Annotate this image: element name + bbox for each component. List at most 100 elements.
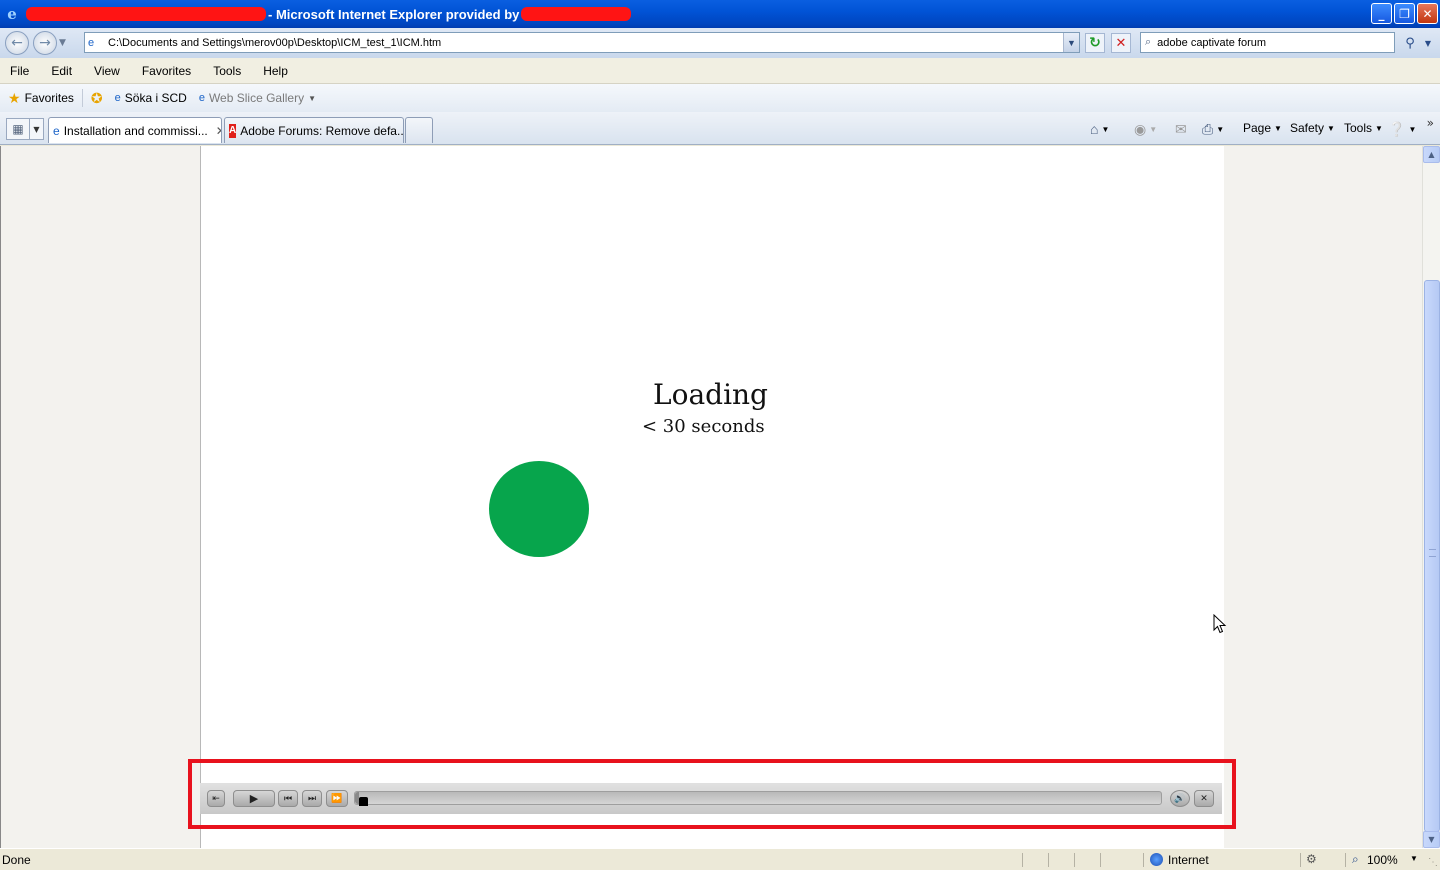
page-menu-button[interactable]: Page ▼ (1243, 121, 1282, 135)
print-dropdown-icon[interactable]: ▼ (1216, 125, 1224, 134)
scroll-up-arrow-icon[interactable]: ▲ (1423, 146, 1440, 163)
home-button[interactable]: ⌂ ▼ (1090, 121, 1109, 137)
scroll-down-arrow-icon[interactable]: ▼ (1423, 831, 1440, 848)
back-button[interactable]: ← (5, 31, 29, 55)
close-playbar-icon[interactable]: ✕ (1194, 790, 1214, 807)
tab-label: Adobe Forums: Remove defa... (240, 123, 404, 138)
menu-edit[interactable]: Edit (41, 64, 84, 78)
close-tab-icon[interactable]: ✕ (216, 124, 221, 138)
feeds-icon: ◉ (1134, 121, 1147, 137)
internet-zone-globe-icon (1150, 853, 1163, 866)
help-dropdown-icon[interactable]: ▼ (1408, 125, 1416, 134)
tab-adobe-forums[interactable]: A Adobe Forums: Remove defa... (224, 117, 404, 143)
search-provider-icon: ⌕ (1145, 36, 1152, 48)
search-options-dropdown[interactable]: ▼ (1422, 33, 1434, 53)
page-icon: e (88, 36, 95, 49)
help-button[interactable]: ❔ ▼ (1388, 121, 1416, 138)
search-value: adobe captivate forum (1157, 36, 1267, 49)
address-input[interactable]: e C:\Documents and Settings\merov00p\Des… (84, 32, 1080, 53)
navigation-bar: ← → ▼ e C:\Documents and Settings\merov0… (0, 28, 1440, 58)
tab-list-dropdown[interactable]: ▼ (30, 118, 44, 140)
home-icon: ⌂ (1090, 121, 1099, 137)
status-divider (1345, 853, 1346, 867)
quick-tabs-icon[interactable]: ▦ (6, 118, 30, 140)
safety-dropdown-icon: ▼ (1327, 123, 1335, 133)
next-slide-icon[interactable]: ⏭ (302, 790, 322, 807)
scroll-thumb[interactable] (1424, 280, 1440, 832)
zoom-dropdown-icon[interactable]: ▼ (1410, 854, 1418, 863)
favorites-divider (81, 89, 83, 107)
menu-view[interactable]: View (84, 64, 132, 78)
minimize-button[interactable]: _ (1371, 3, 1392, 24)
web-slice-page-icon: e (198, 92, 205, 104)
page-menu-label: Page (1243, 121, 1272, 135)
loading-title: Loading (653, 378, 768, 411)
mail-icon: ✉ (1175, 121, 1187, 137)
new-tab-button[interactable] (405, 117, 433, 143)
tools-menu-label: Tools (1344, 121, 1373, 135)
progress-slider[interactable] (354, 791, 1162, 806)
page-dropdown-icon: ▼ (1274, 123, 1282, 133)
zoom-icon[interactable]: ⌕ (1352, 852, 1359, 867)
safety-menu-label: Safety (1290, 121, 1325, 135)
adobe-icon: A (229, 123, 237, 138)
read-mail-button[interactable]: ✉ (1175, 121, 1187, 138)
title-bar: e - Microsoft Internet Explorer provided… (0, 0, 1440, 28)
scroll-grip (1429, 549, 1436, 557)
refresh-icon[interactable]: ↻ (1085, 33, 1105, 53)
menu-file[interactable]: File (0, 64, 41, 78)
ie-icon: e (7, 5, 17, 23)
status-divider (1074, 853, 1075, 867)
more-commands-chevron-icon[interactable]: » (1427, 116, 1434, 130)
favorites-bar: ★ Favorites ✪ e Söka i SCD e Web Slice G… (0, 84, 1440, 112)
link-page-icon: e (114, 92, 121, 104)
menu-bar: File Edit View Favorites Tools Help (0, 58, 1440, 84)
menu-tools[interactable]: Tools (203, 64, 253, 78)
add-to-favorites-bar-icon[interactable]: ✪ (91, 90, 103, 107)
tab-bar: ▦ ▼ e Installation and commissi... ✕ A A… (0, 112, 1440, 145)
fast-forward-icon[interactable]: ⏩ (326, 790, 348, 807)
web-slice-dropdown-icon[interactable]: ▼ (308, 94, 316, 103)
feeds-button[interactable]: ◉ ▼ (1134, 121, 1157, 138)
tools-menu-button[interactable]: Tools ▼ (1344, 121, 1383, 135)
zoom-level[interactable]: 100% (1367, 853, 1398, 867)
address-url: C:\Documents and Settings\merov00p\Deskt… (108, 36, 442, 49)
favorites-button[interactable]: Favorites (25, 91, 74, 105)
print-button[interactable]: ⎙ ▼ (1202, 121, 1224, 138)
captivate-stage: Loading < 30 seconds (200, 146, 1224, 848)
rewind-to-start-icon[interactable]: ⇤ (207, 790, 225, 807)
search-icon[interactable]: ⚲ (1398, 33, 1422, 53)
feeds-dropdown-icon[interactable]: ▼ (1149, 125, 1157, 134)
home-dropdown-icon[interactable]: ▼ (1101, 125, 1109, 134)
window-title: - Microsoft Internet Explorer provided b… (268, 6, 520, 22)
security-zone[interactable]: Internet (1168, 853, 1209, 867)
search-input[interactable]: ⌕ adobe captivate forum (1140, 32, 1395, 53)
volume-icon[interactable]: 🔊 (1170, 790, 1190, 807)
favorite-link-soka-i-scd[interactable]: Söka i SCD (125, 91, 187, 105)
tab-installation[interactable]: e Installation and commissi... ✕ (48, 117, 222, 143)
close-window-button[interactable]: ✕ (1417, 3, 1438, 24)
tools-dropdown-icon: ▼ (1375, 123, 1383, 133)
favorites-star-icon[interactable]: ★ (8, 90, 21, 107)
redacted-title-part (26, 7, 266, 21)
protected-mode-icon[interactable]: ⚙ (1306, 852, 1317, 866)
menu-help[interactable]: Help (253, 64, 300, 78)
forward-button[interactable]: → (33, 31, 57, 55)
stop-icon[interactable]: ✕ (1111, 33, 1131, 53)
safety-menu-button[interactable]: Safety ▼ (1290, 121, 1335, 135)
previous-slide-icon[interactable]: ⏮ (278, 790, 298, 807)
mouse-cursor-icon (1213, 614, 1227, 634)
progress-thumb[interactable] (359, 797, 369, 806)
favorite-link-web-slice-gallery[interactable]: Web Slice Gallery (209, 91, 304, 105)
play-icon[interactable]: ▶ (233, 790, 275, 807)
status-divider (1022, 853, 1023, 867)
ie-page-icon: e (53, 123, 60, 138)
status-divider (1100, 853, 1101, 867)
recent-pages-dropdown[interactable]: ▼ (59, 38, 66, 48)
menu-favorites[interactable]: Favorites (132, 64, 203, 78)
vertical-scrollbar[interactable]: ▲ ▼ (1422, 146, 1440, 848)
restore-button[interactable]: ❐ (1394, 3, 1415, 24)
address-dropdown-button[interactable]: ▼ (1063, 33, 1079, 52)
resize-grip-icon[interactable]: ⋱ (1428, 857, 1438, 868)
print-icon: ⎙ (1202, 121, 1214, 137)
